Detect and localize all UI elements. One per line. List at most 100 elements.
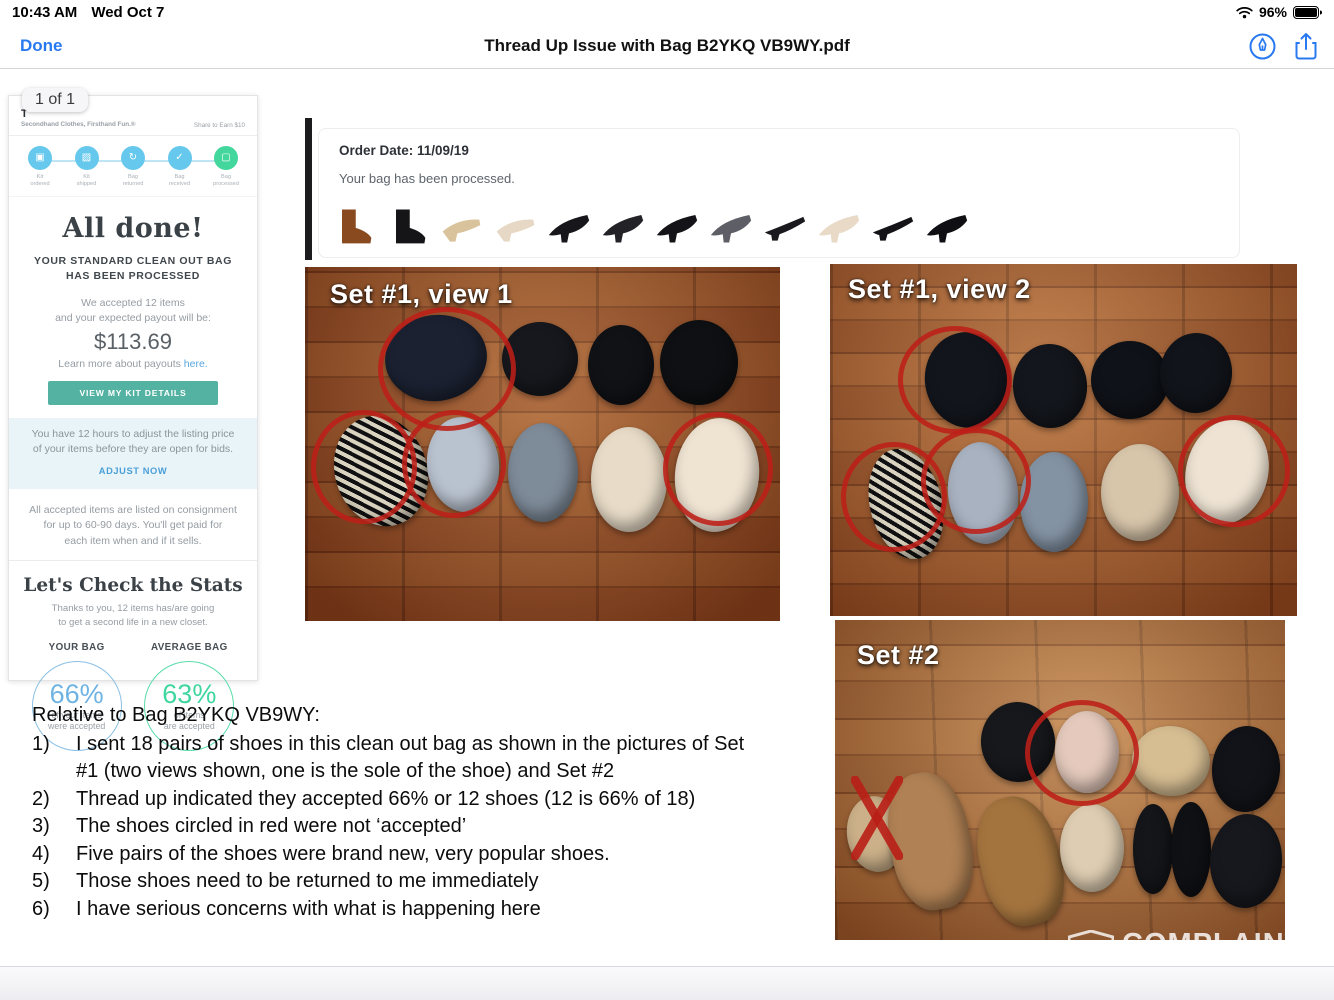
- payout-amount: $113.69: [9, 329, 257, 355]
- complaint-notes: Relative to Bag B2YKQ VB9WY: 1)I sent 18…: [32, 702, 756, 923]
- markup-icon[interactable]: [1249, 33, 1276, 60]
- item-thumbnail-beige-mule: [493, 197, 537, 249]
- stats-title: Let's Check the Stats: [9, 575, 257, 596]
- progress-step: ▧ Kitshipped: [66, 146, 108, 188]
- watermark-line1: COMPLAINTS: [1122, 930, 1334, 959]
- date: Wed Oct 7: [91, 4, 164, 21]
- progress-step: ▢ Bagprocessed: [205, 146, 247, 188]
- clock: 10:43 AM: [12, 4, 77, 21]
- item-thumbnail-gray-pump: [709, 197, 753, 249]
- item-thumbnail-cream-platform-pump: [817, 197, 861, 249]
- photo-label: Set #2: [857, 640, 940, 671]
- learn-more-line: Learn more about payouts here.: [9, 358, 257, 370]
- shoe-pair: [1171, 802, 1211, 897]
- order-screenshot: Order Date: 11/09/19 Your bag has been p…: [318, 128, 1240, 258]
- accepted-summary: We accepted 12 items and your expected p…: [9, 296, 257, 326]
- step-label: Kitshipped: [77, 174, 97, 188]
- photo-set2: Set #2: [835, 620, 1285, 940]
- item-thumbnail-black-stiletto-pump: [655, 197, 699, 249]
- shoe-pair: [1091, 341, 1169, 419]
- adjust-price-box: You have 12 hours to adjust the listing …: [9, 418, 257, 489]
- thredup-tagline: Secondhand Clothes, Firsthand Fun.®: [21, 121, 136, 129]
- item-thumbnail-black-block-heel-pump: [601, 197, 645, 249]
- item-thumbnail-brown-tall-boot: [331, 197, 375, 249]
- complaint-item: 2)Thread up indicated they accepted 66% …: [32, 786, 756, 814]
- stats-subtitle: Thanks to you, 12 items has/are going to…: [9, 602, 257, 630]
- complaint-item: 4)Five pairs of the shoes were brand new…: [32, 841, 756, 869]
- battery-percent: 96%: [1259, 4, 1287, 20]
- red-circle-annotation: [898, 326, 1012, 434]
- page-indicator: 1 of 1: [22, 88, 88, 112]
- payouts-here-link: here.: [184, 358, 208, 370]
- email-subhead: YOUR STANDARD CLEAN OUT BAG HAS BEEN PRO…: [9, 254, 257, 286]
- complaint-item: 5)Those shoes need to be returned to me …: [32, 868, 756, 896]
- item-thumbnail-black-ankle-strap-heel: [871, 197, 915, 249]
- progress-step: ▣ Kitordered: [19, 146, 61, 188]
- shoe-pair: [1129, 722, 1214, 800]
- shoe-pair: [1157, 331, 1234, 416]
- pdf-page[interactable]: 1 of 1 T Secondhand Clothes, Firsthand F…: [0, 70, 1334, 966]
- red-circle-annotation: [402, 410, 506, 518]
- document-title: Thread Up Issue with Bag B2YKQ VB9WY.pdf: [0, 36, 1334, 56]
- red-circle-annotation: [1025, 700, 1139, 806]
- red-circle-annotation: [1178, 415, 1290, 527]
- thredup-email-screenshot: T Secondhand Clothes, Firsthand Fun.® Sh…: [8, 95, 258, 681]
- share-icon[interactable]: [1294, 32, 1318, 60]
- complaint-item: 1)I sent 18 pairs of shoes in this clean…: [32, 731, 756, 786]
- consignment-note: All accepted items are listed on consign…: [9, 491, 257, 561]
- step-label: Bagreturned: [123, 174, 144, 188]
- red-x-annotation: [851, 776, 903, 860]
- shoe-pair: [1060, 804, 1124, 892]
- shoe-pair: [1133, 804, 1173, 894]
- order-date: Order Date: 11/09/19: [339, 143, 469, 158]
- shoe-pair: [660, 320, 738, 405]
- item-thumbnail-black-kitten-heel: [547, 197, 591, 249]
- item-thumbnail-tan-block-heel-loafer: [439, 197, 483, 249]
- step-icon: ✓: [168, 146, 192, 170]
- photo-label: Set #1, view 1: [330, 279, 513, 310]
- step-label: Bagreceived: [169, 174, 190, 188]
- shoe-pair: [588, 325, 654, 405]
- item-thumbnail-black-heeled-bootie: [385, 197, 429, 249]
- share-to-earn-link: Share to Earn $10: [194, 122, 245, 129]
- wifi-icon: [1236, 6, 1253, 19]
- complaint-item: 6)I have serious concerns with what is h…: [32, 896, 756, 924]
- bottom-strip: [0, 966, 1334, 1000]
- step-label: Kitordered: [30, 174, 49, 188]
- step-icon: ▧: [75, 146, 99, 170]
- step-icon: ↻: [121, 146, 145, 170]
- step-label: Bagprocessed: [213, 174, 239, 188]
- screenshot-edge-bar: [305, 118, 312, 260]
- progress-steps: ▣ Kitordered ▧ Kitshipped ↻ Bagreturned ✓ Bagre…: [9, 135, 257, 197]
- shoe-pair: [591, 427, 667, 532]
- shoe-pair: [1209, 724, 1283, 815]
- battery-icon: [1293, 6, 1322, 19]
- view-kit-details-button: VIEW MY KIT DETAILS: [48, 381, 218, 405]
- item-thumbnail-black-pump: [925, 197, 969, 249]
- photo-set1-view1: Set #1, view 1: [305, 267, 780, 621]
- adjust-now-link: ADJUST NOW: [23, 465, 243, 478]
- shoe-pair: [508, 423, 578, 522]
- shoe-pair: [1101, 444, 1179, 541]
- email-headline: All done!: [9, 213, 257, 244]
- shoe-pair: [1207, 812, 1285, 911]
- red-circle-annotation: [663, 412, 773, 526]
- shoe-pair: [1010, 342, 1090, 431]
- progress-step: ✓ Bagreceived: [159, 146, 201, 188]
- item-thumbnail-black-strappy-sandal: [763, 197, 807, 249]
- order-status: Your bag has been processed.: [339, 171, 515, 186]
- accepted-items-row: [331, 197, 969, 249]
- nav-bar: Done Thread Up Issue with Bag B2YKQ VB9W…: [0, 24, 1334, 69]
- status-bar: 10:43 AM Wed Oct 7 96%: [0, 0, 1334, 24]
- shoe-pair: [1020, 452, 1088, 552]
- red-circle-annotation: [921, 428, 1031, 534]
- notes-heading: Relative to Bag B2YKQ VB9WY:: [32, 702, 756, 730]
- photo-label: Set #1, view 2: [848, 274, 1031, 305]
- photo-set1-view2: Set #1, view 2: [830, 264, 1297, 616]
- progress-step: ↻ Bagreturned: [112, 146, 154, 188]
- step-icon: ▢: [214, 146, 238, 170]
- step-icon: ▣: [28, 146, 52, 170]
- complaint-item: 3)The shoes circled in red were not ‘acc…: [32, 813, 756, 841]
- shoe-pair: [965, 788, 1074, 933]
- done-button[interactable]: Done: [20, 36, 63, 56]
